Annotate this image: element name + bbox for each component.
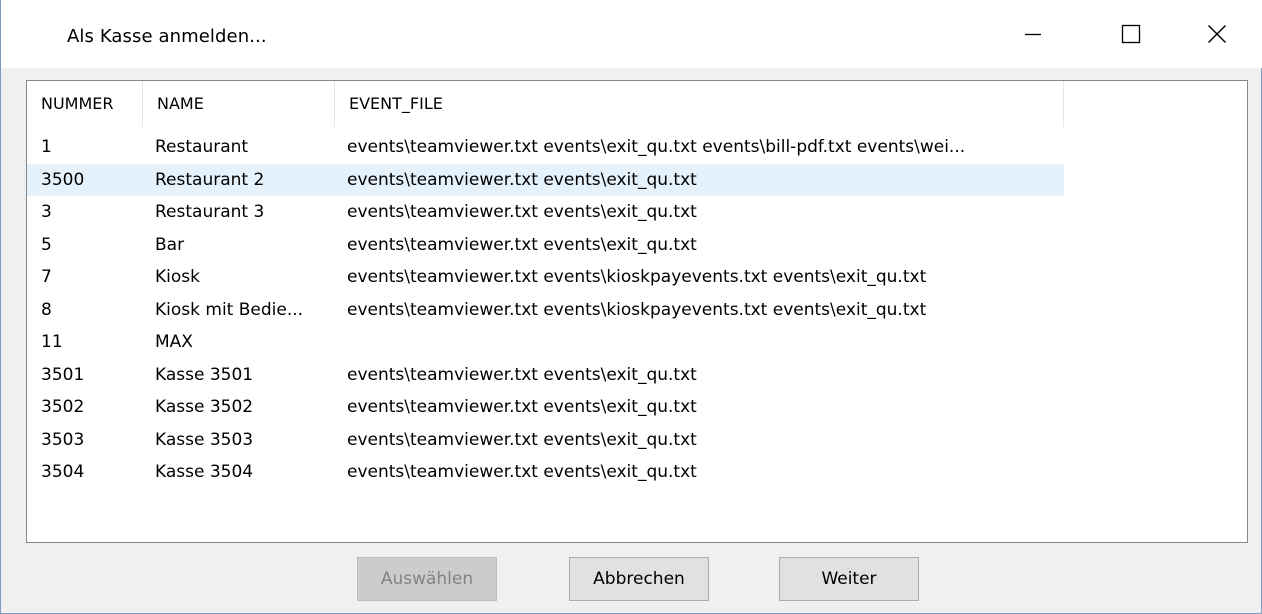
- dialog-window: Als Kasse anmelden... NUMMER NAME EVENT_…: [0, 0, 1262, 614]
- cell-name: Restaurant 3: [155, 202, 265, 222]
- list-rows: 1 Restaurant events\teamviewer.txt events\…: [27, 131, 1247, 489]
- cell-nummer: 3502: [41, 397, 85, 417]
- cell-nummer: 7: [41, 267, 52, 287]
- list-item[interactable]: 3 Restaurant 3 events\teamviewer.txt event…: [27, 196, 1064, 229]
- list-header: NUMMER NAME EVENT_FILE: [27, 81, 1064, 127]
- cell-nummer: 11: [41, 332, 63, 352]
- list-item[interactable]: 7 Kiosk events\teamviewer.txt events\kiosk…: [27, 261, 1064, 294]
- list-item[interactable]: 3500 Restaurant 2 events\teamviewer.txt ev…: [27, 163, 1064, 196]
- cell-name: Kasse 3504: [155, 462, 254, 482]
- close-icon: [1208, 25, 1226, 43]
- cell-name: Kasse 3503: [155, 429, 254, 450]
- cell-event-file: events\teamviewer.txt events\exit_qu.txt: [347, 234, 697, 255]
- cancel-button[interactable]: Abbrechen: [569, 557, 709, 601]
- cell-event-file: events\teamviewer.txt events\kioskpayeve…: [347, 299, 927, 320]
- close-button[interactable]: [1171, 0, 1262, 68]
- next-button[interactable]: Weiter: [779, 557, 919, 601]
- cell-nummer: 3503: [41, 429, 85, 450]
- register-list[interactable]: NUMMER NAME EVENT_FILE 1 Restaurant events…: [26, 80, 1248, 543]
- cell-event-file: events\teamviewer.txt events\exit_qu.txt: [347, 202, 697, 222]
- cell-name: Bar: [155, 234, 185, 255]
- cell-nummer: 5: [41, 234, 52, 255]
- cell-event-file: events\teamviewer.txt events\exit_qu.txt: [347, 397, 697, 417]
- list-item[interactable]: 3503 Kasse 3503 events\teamviewer.txt even…: [27, 424, 1064, 457]
- column-header-event-file[interactable]: EVENT_FILE: [335, 81, 1064, 127]
- cell-nummer: 1: [41, 137, 52, 157]
- cell-nummer: 3504: [41, 462, 85, 482]
- minimize-icon: [1025, 33, 1041, 36]
- cell-nummer: 3501: [41, 364, 85, 385]
- cell-event-file: events\teamviewer.txt events\exit_qu.txt…: [347, 137, 966, 157]
- cell-nummer: 8: [41, 299, 52, 320]
- cell-event-file: events\teamviewer.txt events\exit_qu.txt: [347, 364, 697, 385]
- select-button[interactable]: Auswählen: [357, 557, 497, 601]
- cell-event-file: events\teamviewer.txt events\exit_qu.txt: [347, 462, 697, 482]
- cell-name: Kiosk mit Bedie...: [155, 299, 304, 320]
- list-item[interactable]: 5 Bar events\teamviewer.txt events\exit_qu…: [27, 229, 1064, 262]
- cell-nummer: 3500: [41, 169, 85, 190]
- column-header-nummer[interactable]: NUMMER: [27, 81, 143, 127]
- list-item[interactable]: 3501 Kasse 3501 events\teamviewer.txt even…: [27, 359, 1064, 392]
- title-bar[interactable]: Als Kasse anmelden...: [1, 0, 1262, 68]
- cell-name: Restaurant 2: [155, 169, 265, 190]
- column-header-name[interactable]: NAME: [143, 81, 335, 127]
- minimize-button[interactable]: [987, 0, 1079, 68]
- cell-name: Restaurant: [155, 137, 249, 157]
- list-item[interactable]: 3504 Kasse 3504 events\teamviewer.txt even…: [27, 456, 1064, 489]
- cell-event-file: events\teamviewer.txt events\kioskpayeve…: [347, 267, 927, 287]
- list-item[interactable]: 3502 Kasse 3502 events\teamviewer.txt even…: [27, 391, 1064, 424]
- list-item[interactable]: 11 MAX: [27, 326, 1064, 359]
- cell-name: MAX: [155, 332, 193, 352]
- list-item[interactable]: 8 Kiosk mit Bedie... events\teamviewer.txt…: [27, 294, 1064, 327]
- list-item[interactable]: 1 Restaurant events\teamviewer.txt events\…: [27, 131, 1064, 164]
- cell-name: Kasse 3502: [155, 397, 254, 417]
- cell-event-file: [347, 326, 1057, 359]
- maximize-icon: [1121, 24, 1141, 44]
- cell-name: Kiosk: [155, 267, 200, 287]
- cell-name: Kasse 3501: [155, 364, 254, 385]
- window-title: Als Kasse anmelden...: [67, 26, 267, 47]
- maximize-button[interactable]: [1085, 0, 1177, 68]
- cell-nummer: 3: [41, 202, 52, 222]
- cell-event-file: events\teamviewer.txt events\exit_qu.txt: [347, 169, 697, 190]
- cell-event-file: events\teamviewer.txt events\exit_qu.txt: [347, 429, 697, 450]
